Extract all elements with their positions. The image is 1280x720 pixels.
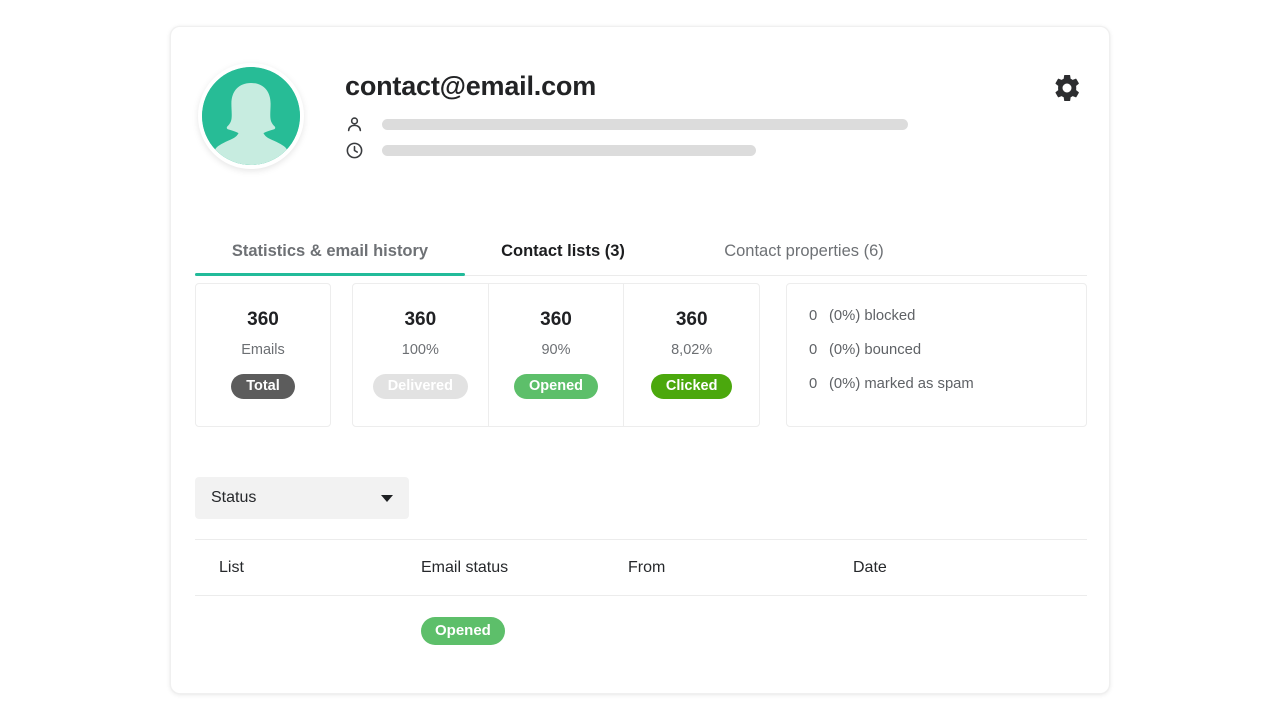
stat-clicked: 360 8,02% Clicked	[623, 284, 759, 426]
contact-date-placeholder	[382, 145, 756, 156]
stat-value: 360	[247, 310, 279, 329]
column-header-list: List	[195, 559, 421, 577]
status-filter-dropdown[interactable]: Status	[195, 477, 409, 519]
person-icon	[345, 115, 364, 134]
status-badge: Opened	[514, 374, 598, 400]
column-header-from: From	[628, 559, 853, 577]
contact-date-row	[345, 141, 756, 160]
stat-sublabel: 90%	[541, 343, 570, 358]
column-header-date: Date	[853, 559, 1053, 577]
issue-label: (0%) marked as spam	[829, 376, 974, 392]
contact-detail-card: contact@email.com	[170, 26, 1110, 694]
table-row[interactable]: Opened	[195, 596, 1087, 666]
status-badge: Total	[231, 374, 295, 400]
email-history-table: List Email status From Date Opened	[195, 539, 1087, 666]
status-badge: Delivered	[373, 374, 468, 400]
issue-row-bounced: 0 (0%) bounced	[809, 342, 1086, 358]
stat-value: 360	[540, 310, 572, 329]
stat-total: 360 Emails Total	[196, 284, 330, 399]
stat-sublabel: Emails	[241, 343, 285, 358]
contact-name-placeholder	[382, 119, 908, 130]
contact-header: contact@email.com	[171, 27, 1109, 199]
stat-value: 360	[676, 310, 708, 329]
stat-delivered: 360 100% Delivered	[353, 284, 488, 426]
stat-sublabel: 8,02%	[671, 343, 712, 358]
issue-count: 0	[809, 308, 829, 324]
statistics-section: 360 Emails Total 360 100% Delivered 360 …	[195, 283, 1087, 427]
issue-count: 0	[809, 376, 829, 392]
tab-statistics-email-history[interactable]: Statistics & email history	[195, 242, 465, 275]
gear-icon	[1052, 73, 1082, 106]
issue-count: 0	[809, 342, 829, 358]
page-title: contact@email.com	[345, 71, 596, 102]
settings-button[interactable]	[1051, 73, 1083, 105]
tab-contact-properties[interactable]: Contact properties (6)	[709, 242, 899, 275]
status-filter-label: Status	[211, 489, 381, 507]
issue-label: (0%) bounced	[829, 342, 921, 358]
clock-icon	[345, 141, 364, 160]
avatar	[198, 63, 304, 169]
column-header-email-status: Email status	[421, 559, 628, 577]
chevron-down-icon	[381, 495, 393, 502]
stat-opened: 360 90% Opened	[488, 284, 624, 426]
stat-value: 360	[404, 310, 436, 329]
status-badge: Clicked	[651, 374, 733, 400]
stat-sublabel: 100%	[402, 343, 439, 358]
tab-bar: Statistics & email history Contact lists…	[195, 220, 1087, 276]
issue-label: (0%) blocked	[829, 308, 915, 324]
cell-email-status: Opened	[421, 617, 628, 645]
table-header-row: List Email status From Date	[195, 539, 1087, 596]
stat-card-issues: 0 (0%) blocked 0 (0%) bounced 0 (0%) mar…	[786, 283, 1087, 427]
person-avatar-icon	[202, 67, 300, 165]
issue-row-blocked: 0 (0%) blocked	[809, 308, 1086, 324]
screen: contact@email.com	[0, 0, 1280, 720]
issue-row-spam: 0 (0%) marked as spam	[809, 376, 1086, 392]
stat-card-total: 360 Emails Total	[195, 283, 331, 427]
contact-name-row	[345, 115, 908, 134]
status-badge: Opened	[421, 617, 505, 645]
tab-contact-lists[interactable]: Contact lists (3)	[465, 242, 661, 275]
stat-card-group: 360 100% Delivered 360 90% Opened 360 8,…	[352, 283, 760, 427]
